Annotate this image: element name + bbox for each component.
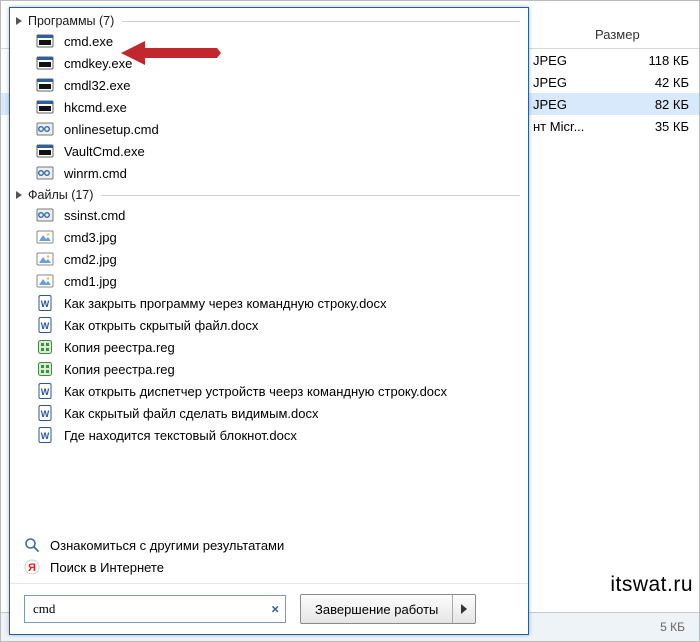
collapse-triangle-icon [16, 17, 22, 25]
search-result-item[interactable]: W Где находится текстовый блокнот.docx [10, 424, 528, 446]
cmd-icon [36, 206, 54, 224]
search-internet[interactable]: Я Поиск в Интернете [24, 559, 518, 575]
search-result-item[interactable]: cmdl32.exe [10, 74, 528, 96]
doc-icon: W [36, 316, 54, 334]
clear-search-icon[interactable]: × [271, 602, 279, 617]
result-label: winrm.cmd [64, 166, 127, 181]
svg-text:W: W [41, 409, 50, 419]
result-label: Как закрыть программу через командную ст… [64, 296, 387, 311]
start-menu-search-panel: Программы (7) cmd.exe cmdkey.exe cmdl32.exe… [9, 7, 529, 635]
file-size: 35 КБ [613, 119, 699, 134]
search-result-item[interactable]: cmd2.jpg [10, 248, 528, 270]
file-type: JPEG [533, 53, 613, 68]
svg-text:W: W [41, 387, 50, 397]
result-label: Как скрытый файл сделать видимым.docx [64, 406, 318, 421]
svg-text:Я: Я [28, 562, 36, 574]
shutdown-button[interactable]: Завершение работы [301, 595, 452, 623]
search-result-item[interactable]: W Как закрыть программу через командную с… [10, 292, 528, 314]
search-result-item[interactable]: hkcmd.exe [10, 96, 528, 118]
search-icon [24, 537, 40, 553]
result-label: cmdl32.exe [64, 78, 130, 93]
result-label: cmd.exe [64, 34, 113, 49]
file-size: 118 КБ [613, 53, 699, 68]
exe-icon [36, 32, 54, 50]
search-result-item[interactable]: cmdkey.exe [10, 52, 528, 74]
group-title: Программы (7) [28, 14, 114, 28]
doc-icon: W [36, 426, 54, 444]
svg-text:W: W [41, 321, 50, 331]
result-label: onlinesetup.cmd [64, 122, 159, 137]
exe-icon [36, 54, 54, 72]
img-icon [36, 228, 54, 246]
search-result-item[interactable]: W Как открыть диспетчер устройств чеерз к… [10, 380, 528, 402]
results-group-header[interactable]: Файлы (17) [10, 184, 528, 204]
svg-text:W: W [41, 431, 50, 441]
search-result-item[interactable]: cmd3.jpg [10, 226, 528, 248]
search-result-item[interactable]: W Как открыть скрытый файл.docx [10, 314, 528, 336]
search-result-item[interactable]: W Как скрытый файл сделать видимым.docx [10, 402, 528, 424]
search-result-item[interactable]: ssinst.cmd [10, 204, 528, 226]
result-label: Копия реестра.reg [64, 362, 175, 377]
file-type: JPEG [533, 97, 613, 112]
column-header-size[interactable]: Размер [587, 21, 699, 48]
search-result-item[interactable]: winrm.cmd [10, 162, 528, 184]
see-more-results-label: Ознакомиться с другими результатами [50, 538, 284, 553]
result-label: Как открыть диспетчер устройств чеерз ко… [64, 384, 447, 399]
exe-icon [36, 76, 54, 94]
see-more-results[interactable]: Ознакомиться с другими результатами [24, 537, 518, 553]
result-label: cmd2.jpg [64, 252, 117, 267]
file-size: 42 КБ [613, 75, 699, 90]
search-box[interactable]: × [24, 595, 286, 623]
result-label: Как открыть скрытый файл.docx [64, 318, 258, 333]
result-label: Где находится текстовый блокнот.docx [64, 428, 297, 443]
img-icon [36, 250, 54, 268]
search-result-item[interactable]: VaultCmd.exe [10, 140, 528, 162]
search-result-item[interactable]: onlinesetup.cmd [10, 118, 528, 140]
search-result-item[interactable]: cmd1.jpg [10, 270, 528, 292]
exe-icon [36, 98, 54, 116]
yandex-icon: Я [24, 559, 40, 575]
result-label: Копия реестра.reg [64, 340, 175, 355]
result-label: hkcmd.exe [64, 100, 127, 115]
result-label: cmd1.jpg [64, 274, 117, 289]
result-label: cmdkey.exe [64, 56, 132, 71]
search-result-item[interactable]: Копия реестра.reg [10, 358, 528, 380]
shutdown-options-button[interactable] [452, 595, 475, 623]
doc-icon: W [36, 382, 54, 400]
collapse-triangle-icon [16, 191, 22, 199]
watermark-text: itswat.ru [610, 573, 693, 597]
file-type: нт Micr... [533, 119, 613, 134]
chevron-right-icon [461, 604, 467, 614]
group-title: Файлы (17) [28, 188, 93, 202]
doc-icon: W [36, 404, 54, 422]
shutdown-split-button: Завершение работы [300, 594, 476, 624]
file-size: 82 КБ [613, 97, 699, 112]
img-icon [36, 272, 54, 290]
svg-text:W: W [41, 299, 50, 309]
exe-icon [36, 142, 54, 160]
result-label: cmd3.jpg [64, 230, 117, 245]
result-label: VaultCmd.exe [64, 144, 145, 159]
reg-icon [36, 360, 54, 378]
doc-icon: W [36, 294, 54, 312]
search-input[interactable] [25, 596, 285, 622]
reg-icon [36, 338, 54, 356]
divider [101, 195, 520, 196]
cmd-icon [36, 164, 54, 182]
search-result-item[interactable]: cmd.exe [10, 30, 528, 52]
cmd-icon [36, 120, 54, 138]
start-menu-bottom-bar: × Завершение работы [10, 583, 528, 634]
search-result-item[interactable]: Копия реестра.reg [10, 336, 528, 358]
result-label: ssinst.cmd [64, 208, 125, 223]
divider [122, 21, 520, 22]
status-size: 5 КБ [660, 620, 685, 634]
search-internet-label: Поиск в Интернете [50, 560, 164, 575]
file-type: JPEG [533, 75, 613, 90]
results-group-header[interactable]: Программы (7) [10, 10, 528, 30]
